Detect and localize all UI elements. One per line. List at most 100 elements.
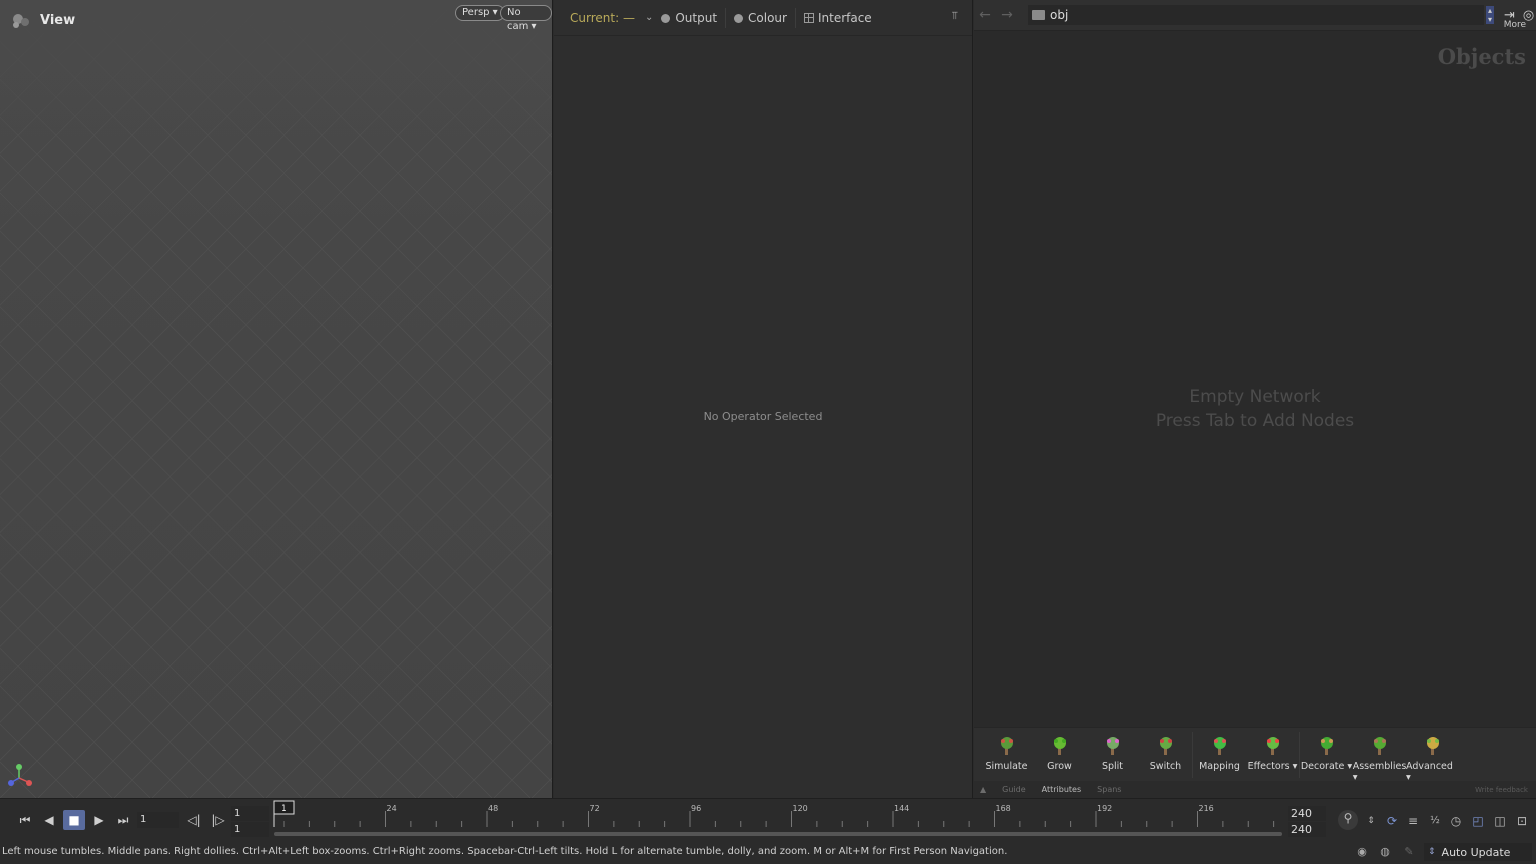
shelf-tab-spans[interactable]: Spans	[1097, 785, 1121, 794]
shelf-tool-label: Decorate ▾	[1300, 761, 1353, 772]
status-bar: Left mouse tumbles. Middle pans. Right d…	[0, 840, 1536, 864]
output-dot-icon	[661, 13, 671, 23]
empty-network-message: Empty Network Press Tab to Add Nodes	[974, 385, 1536, 433]
interface-toggle[interactable]: Interface	[803, 11, 872, 25]
shelf-tool-label: Grow	[1047, 761, 1072, 772]
range-start-field[interactable]: 1	[231, 822, 269, 837]
parameter-pane: Current: — ⌄ Output Colour Interface ⫪ N…	[554, 0, 973, 798]
clock-icon[interactable]: ◷	[1448, 813, 1464, 829]
feedback-link[interactable]: Write feedback	[1475, 786, 1528, 794]
tool-shelf: Simulate Grow Split Switch Mapping Effectors …	[974, 727, 1536, 783]
step-forward-icon[interactable]: |▷	[207, 810, 229, 830]
auto-update-menu[interactable]: ⇕ Auto Update	[1424, 843, 1532, 861]
shelf-tool-label: Split	[1101, 761, 1124, 772]
pin-icon[interactable]: ⫪	[952, 9, 958, 23]
folder-icon	[1032, 10, 1045, 20]
start-frame-field[interactable]: 1	[231, 806, 269, 821]
viewport-title: View	[40, 12, 76, 28]
frame-tick-label: 48	[488, 804, 498, 813]
shelf-tool-switch[interactable]: Switch	[1139, 728, 1192, 772]
shelf-tool-simulate[interactable]: Simulate	[980, 728, 1033, 772]
keys-icon[interactable]: ≡	[1405, 813, 1421, 829]
frame-tick-label: 216	[1199, 804, 1214, 813]
jump-end-icon[interactable]: ⏭	[112, 810, 134, 830]
simulate-icon	[997, 736, 1017, 756]
shelf-tool-label: Mapping	[1199, 761, 1240, 772]
path-text: obj	[1050, 8, 1069, 22]
half-speed-icon[interactable]: ½	[1427, 813, 1443, 829]
step-back-icon[interactable]: ◁|	[183, 810, 205, 830]
brush-icon[interactable]: ✎	[1402, 845, 1416, 859]
more-button[interactable]: More	[1504, 20, 1526, 30]
shelf-tool-mapping[interactable]: Mapping	[1193, 728, 1246, 772]
jump-start-icon[interactable]: ⏮	[14, 810, 36, 830]
shelf-tool-split[interactable]: Split	[1086, 728, 1139, 772]
divider	[794, 7, 796, 28]
play-forward-icon[interactable]: ▶	[88, 810, 110, 830]
context-label: Objects	[1437, 44, 1526, 69]
grow-icon	[1050, 736, 1070, 756]
status-message: Left mouse tumbles. Middle pans. Right d…	[2, 846, 1008, 857]
shelf-tool-label: Simulate	[985, 761, 1028, 772]
range-end-field[interactable]: 240	[1288, 822, 1326, 837]
shelf-tab-guide[interactable]: Guide	[1002, 785, 1026, 794]
current-frame-field[interactable]: 1	[137, 812, 179, 828]
shelf-tool-label: Switch	[1149, 761, 1182, 772]
playhead-frame-label: 1	[281, 804, 287, 814]
range-slider[interactable]	[274, 832, 1282, 836]
no-operator-message: No Operator Selected	[703, 410, 823, 423]
path-updown-icon[interactable]: ▴ ▾	[1486, 6, 1494, 24]
end-frame-field[interactable]: 240	[1288, 806, 1326, 821]
app-window: View Persp ▾ No cam ▾ Current: — ⌄ Outpu…	[0, 0, 1536, 864]
back-arrow-icon[interactable]: ←	[974, 7, 996, 23]
colour-toggle[interactable]: Colour	[734, 11, 787, 25]
empty-line-1: Empty Network	[1189, 387, 1321, 407]
decorate-icon	[1317, 736, 1337, 756]
broadcast-icon[interactable]: ◉	[1355, 845, 1369, 859]
view-icon	[13, 14, 29, 28]
settings-icon[interactable]: ⊡	[1514, 813, 1530, 829]
shelf-tool-label: Advanced ▾	[1406, 761, 1453, 783]
chat-icon[interactable]: ◍	[1378, 845, 1392, 859]
audio-icon[interactable]: ◫	[1492, 813, 1508, 829]
empty-line-2: Press Tab to Add Nodes	[1155, 411, 1355, 431]
realtime-toggle-icon[interactable]: ⟳	[1384, 813, 1400, 829]
effectors-icon	[1263, 736, 1283, 756]
frame-tick-label: 192	[1097, 804, 1112, 813]
current-value: —	[622, 10, 635, 25]
frame-tick-label: 120	[793, 804, 808, 813]
shelf-tool-assemblies[interactable]: Assemblies ▾	[1353, 728, 1406, 783]
grid-icon	[803, 12, 814, 23]
camera-menu-button[interactable]: No cam ▾	[500, 5, 552, 32]
forward-arrow-icon[interactable]: →	[996, 7, 1018, 23]
shelf-tool-label: Effectors ▾	[1247, 761, 1298, 772]
stop-icon[interactable]: ■	[63, 810, 85, 830]
persp-menu-button[interactable]: Persp ▾	[455, 5, 505, 21]
colour-dot-icon	[734, 13, 744, 23]
shelf-tool-effectors[interactable]: Effectors ▾	[1246, 728, 1299, 772]
network-path-bar: ← → obj ▴ ▾ ⇥ ◎	[974, 0, 1536, 31]
updown-icon[interactable]: ⇕	[1363, 813, 1379, 829]
shelf-tool-grow[interactable]: Grow	[1033, 728, 1086, 772]
network-editor[interactable]: ← → obj ▴ ▾ ⇥ ◎ Objects Empty Network Pre…	[974, 0, 1536, 798]
shelf-tabs: ▲ Guide Attributes Spans Write feedback	[974, 781, 1536, 798]
frame-tick-label: 144	[894, 804, 909, 813]
network-path-field[interactable]: obj	[1028, 5, 1484, 25]
shelf-tab-attributes[interactable]: Attributes	[1042, 785, 1082, 794]
play-reverse-icon[interactable]: ◀	[38, 810, 60, 830]
playbar: ⏮ ◀ ■ ▶ ⏭ 1 ◁| |▷ 1 1 24 48 72 96 120 144 168 1…	[0, 798, 1536, 840]
split-icon	[1103, 736, 1123, 756]
mapping-icon	[1210, 736, 1230, 756]
assemblies-icon	[1370, 736, 1390, 756]
divider	[725, 7, 727, 28]
key-icon[interactable]: ⚲	[1338, 810, 1358, 830]
axis-gizmo-icon	[8, 764, 32, 786]
sync-icon[interactable]: ◰	[1470, 813, 1486, 829]
auto-update-label: Auto Update	[1441, 845, 1511, 859]
scene-viewport[interactable]: View Persp ▾ No cam ▾	[0, 0, 553, 798]
shelf-tool-decorate[interactable]: Decorate ▾	[1300, 728, 1353, 772]
advanced-icon	[1423, 736, 1443, 756]
chevron-down-icon[interactable]: ⌄	[645, 12, 653, 23]
shelf-tool-advanced[interactable]: Advanced ▾	[1406, 728, 1459, 783]
output-toggle[interactable]: Output	[661, 11, 717, 25]
